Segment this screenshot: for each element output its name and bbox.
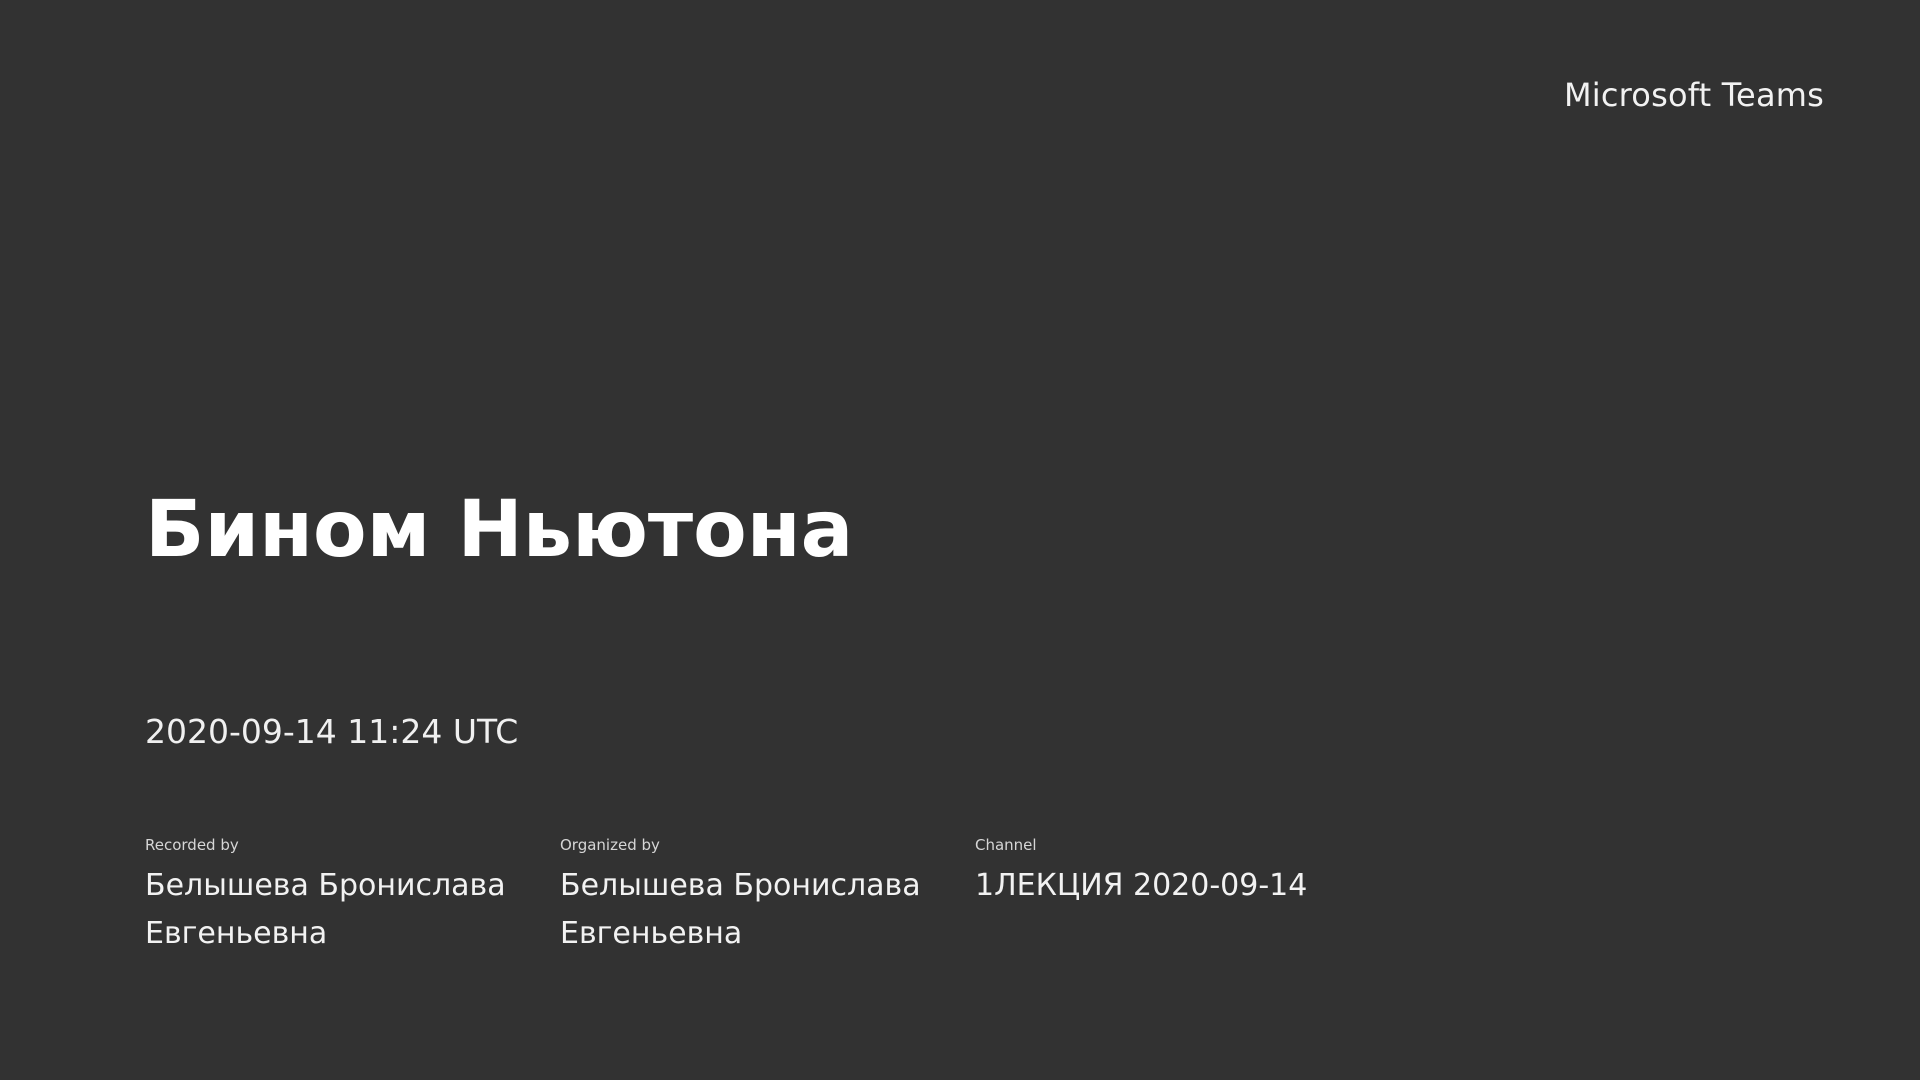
recorded-by-value: Белышева Бронислава Евгеньевна: [145, 868, 506, 951]
channel-label: Channel: [975, 836, 1037, 854]
meeting-datetime: 2020-09-14 11:24 UTC: [145, 712, 519, 751]
channel-section: Channel 1ЛЕКЦИЯ 2020-09-14: [975, 836, 1475, 910]
meeting-title: Бином Ньютона: [145, 485, 854, 575]
recording-title-card: Microsoft Teams Бином Ньютона 2020-09-14…: [0, 0, 1920, 1080]
recorded-by-section: Recorded by Белышева Бронислава Евгеньев…: [145, 836, 545, 958]
organized-by-value: Белышева Бронислава Евгеньевна: [560, 868, 921, 951]
channel-value: 1ЛЕКЦИЯ 2020-09-14: [975, 868, 1308, 903]
organized-by-label: Organized by: [560, 836, 660, 854]
recorded-by-label: Recorded by: [145, 836, 239, 854]
app-brand-label: Microsoft Teams: [1563, 76, 1824, 114]
organized-by-section: Organized by Белышева Бронислава Евгенье…: [560, 836, 960, 958]
